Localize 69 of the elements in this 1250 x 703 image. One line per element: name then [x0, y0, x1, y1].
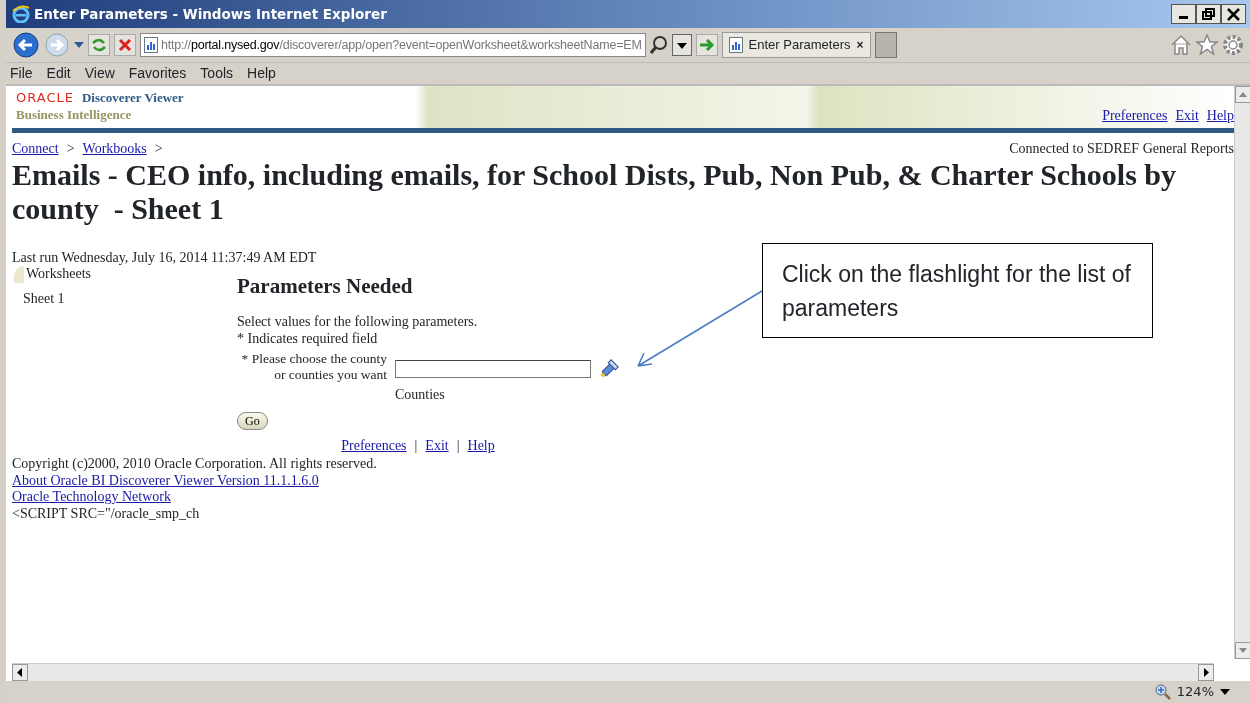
breadcrumb-link[interactable]: Workbooks [82, 141, 147, 158]
about-link[interactable]: About Oracle BI Discoverer Viewer Version 11.1.1.6.0 [12, 472, 319, 488]
page-icon [728, 37, 743, 53]
minimize-icon [1179, 16, 1188, 19]
breadcrumb-link[interactable]: Connect [12, 141, 59, 158]
minimize-button[interactable] [1171, 4, 1196, 24]
zoom-level[interactable]: 124% [1176, 682, 1214, 702]
zoom-icon[interactable] [1154, 684, 1171, 700]
last-run-text: Last run Wednesday, July 16, 2014 11:37:49 AM EDT [12, 249, 317, 266]
scroll-up-icon[interactable] [1235, 86, 1250, 103]
browser-tab[interactable]: Enter Parameters × [721, 32, 871, 58]
back-button[interactable] [12, 31, 40, 59]
window-title: Enter Parameters - Windows Internet Explorer [34, 4, 387, 24]
menu-item[interactable]: Tools [200, 63, 234, 84]
connection-status: Connected to SEDREF General Reports [1009, 141, 1234, 158]
scroll-left-icon[interactable] [12, 664, 28, 681]
settings-icon[interactable] [1222, 34, 1244, 56]
horizontal-scrollbar[interactable] [12, 663, 1214, 681]
breadcrumb-separator: > [66, 141, 75, 158]
page-icon [144, 37, 158, 53]
field-hint: Counties [395, 387, 446, 404]
section-heading: Parameters Needed [237, 274, 414, 298]
menu-item[interactable]: Favorites [128, 63, 187, 84]
home-icon[interactable] [1170, 34, 1192, 56]
scroll-right-icon[interactable] [1198, 664, 1214, 681]
link-separator: | [414, 437, 418, 454]
dropdown-arrow-icon[interactable] [1220, 688, 1230, 696]
link-separator: | [456, 437, 460, 454]
star-icon[interactable] [1196, 34, 1218, 56]
close-button[interactable] [1221, 4, 1246, 24]
breadcrumb-separator: > [154, 141, 163, 158]
browser-logo-icon [12, 5, 30, 23]
instruction-text: Select values for the following parameters. [237, 314, 479, 331]
refresh-button[interactable] [88, 34, 110, 56]
field-label: * Please choose the county or counties you want [240, 351, 387, 384]
header-link[interactable]: Help [1206, 107, 1234, 124]
header-link[interactable]: Exit [1175, 107, 1199, 124]
restore-button[interactable] [1196, 4, 1221, 24]
sidebar-item[interactable]: Sheet 1 [12, 290, 237, 307]
search-icon[interactable] [649, 35, 668, 55]
footer-link[interactable]: Exit [425, 437, 449, 454]
header-link[interactable]: Preferences [1102, 107, 1168, 124]
vertical-scrollbar[interactable] [1234, 86, 1250, 659]
sidebar-heading: Worksheets [14, 266, 237, 283]
close-icon [1227, 7, 1240, 21]
instruction-text: * Indicates required field [237, 330, 379, 347]
copyright-text: Copyright (c)2000, 2010 Oracle Corporation. All rights reserved. [12, 456, 378, 473]
scroll-down-icon[interactable] [1235, 642, 1250, 659]
callout-box: Click on the flashlight for the list of parameters [762, 243, 1153, 338]
product-subtitle: Business Intelligence [16, 106, 133, 122]
menu-item[interactable]: Edit [46, 63, 71, 84]
input-field[interactable] [395, 360, 591, 378]
dropdown-button[interactable] [671, 34, 692, 56]
product-name: Discoverer Viewer [81, 90, 184, 107]
network-link[interactable]: Oracle Technology Network [12, 489, 171, 504]
stop-button[interactable] [114, 34, 136, 56]
go-button[interactable]: Go [237, 411, 268, 430]
footer-link[interactable]: Help [467, 437, 495, 454]
menu-item[interactable]: View [84, 63, 115, 84]
page-title: Emails - CEO info, including emails, for School Dists, Pub, Non Pub, & Charter Schools by county - Sheet 1 [12, 157, 1178, 226]
footer-link[interactable]: Preferences [341, 437, 407, 454]
restore-icon [1202, 8, 1215, 20]
menu-item[interactable]: Help [247, 63, 276, 84]
oracle-logo: ORACLE [16, 90, 74, 107]
menu-item[interactable]: File [10, 63, 33, 84]
address-field[interactable]: http://portal.nysed.gov/discoverer/app/open?event=openWorksheet&worksheetName=EM [140, 33, 646, 57]
tab-close-button[interactable]: × [856, 36, 864, 54]
new-tab-button[interactable] [874, 32, 897, 58]
script-text: <SCRIPT SRC="/oracle_smp_ch [12, 505, 201, 522]
